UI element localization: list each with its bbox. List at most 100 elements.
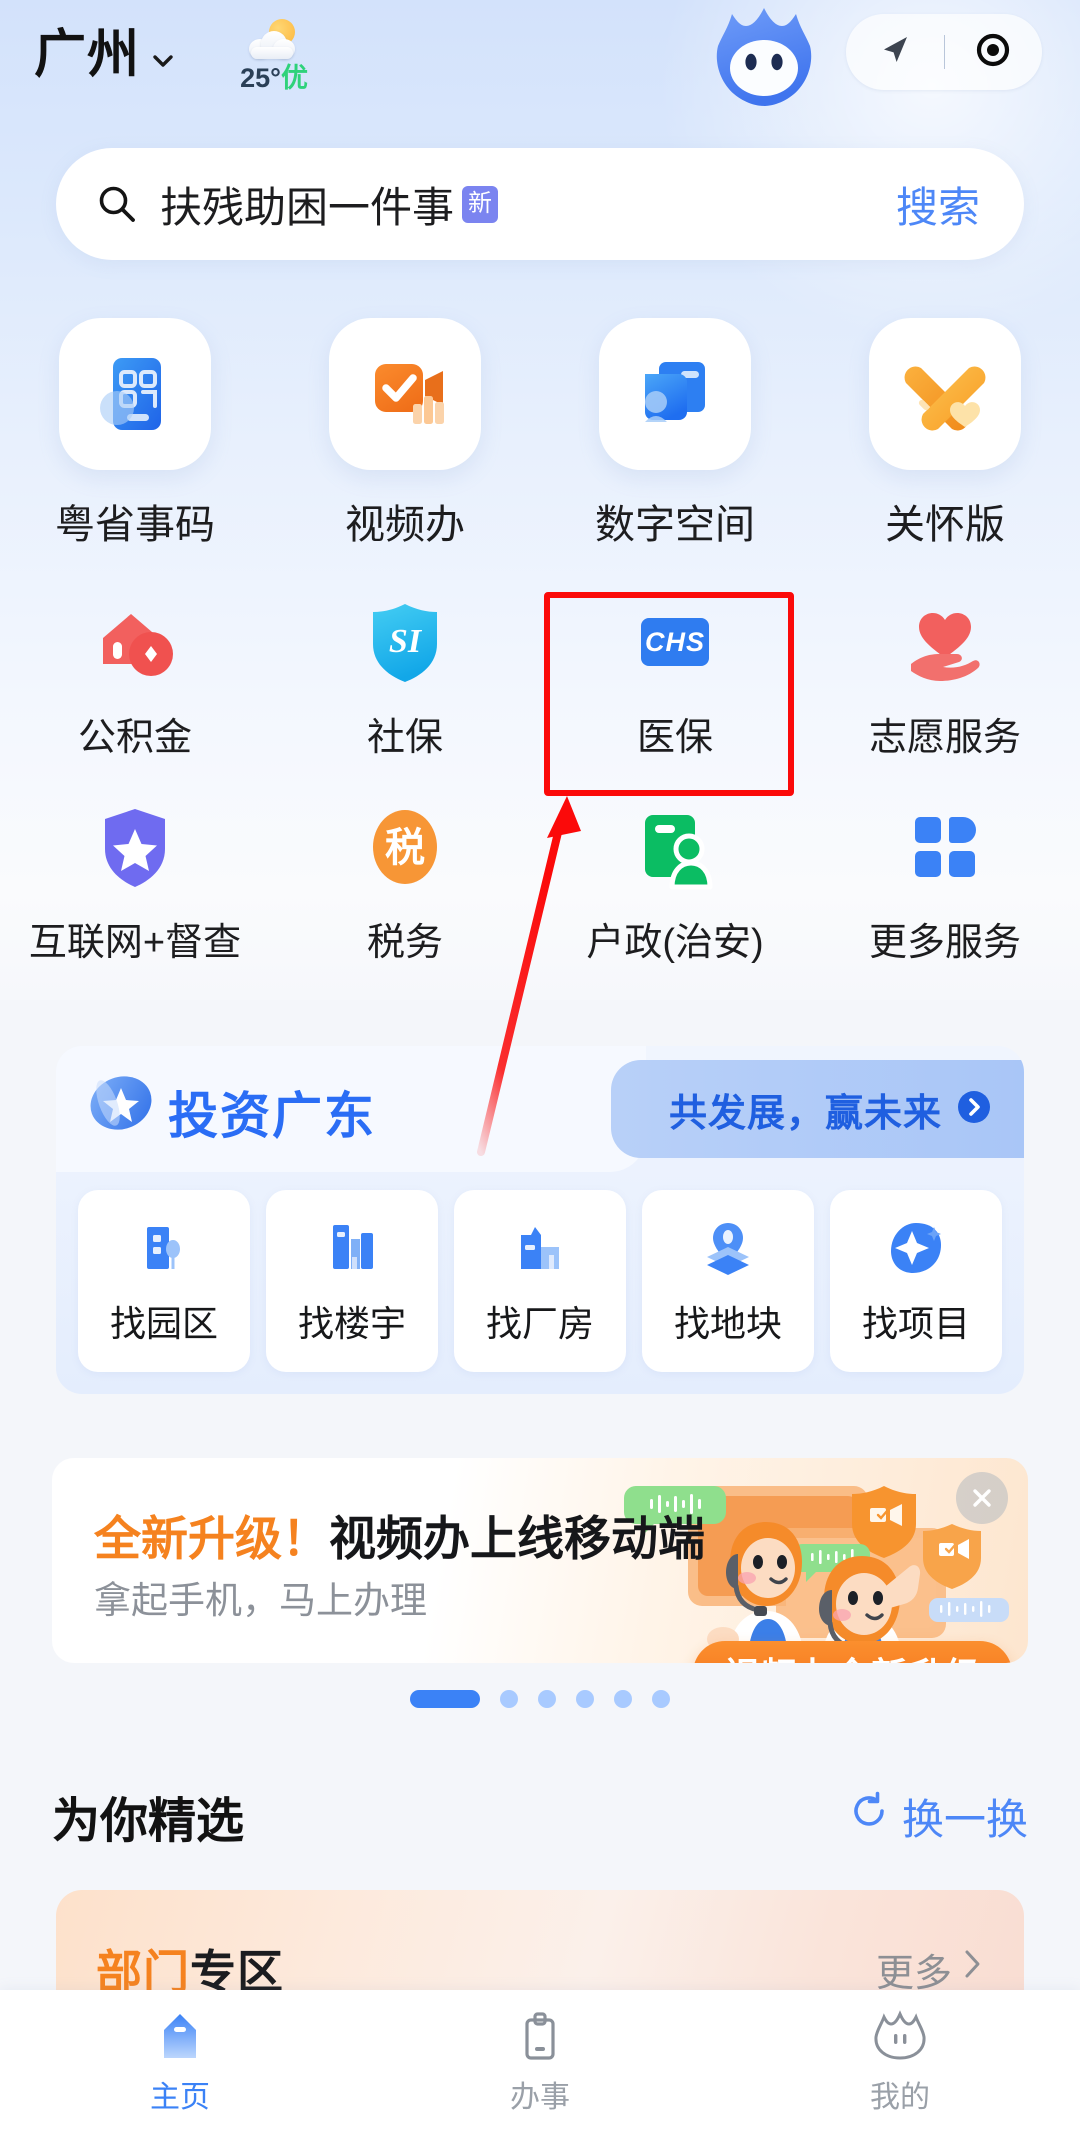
invest-item-label: 找厂房	[485, 1303, 594, 1344]
search-icon	[96, 183, 138, 225]
carousel-dot[interactable]	[500, 1690, 518, 1708]
video-banner-pill-label: 视频办全新升级	[723, 1647, 982, 1663]
svg-text:税: 税	[385, 826, 425, 870]
invest-banner-cta[interactable]: 共发展，赢未来	[610, 1060, 1024, 1158]
partly-cloudy-icon	[247, 18, 301, 61]
carousel-dot[interactable]	[576, 1690, 594, 1708]
video-banner-title-rest: 视频办上线移动端	[329, 1512, 705, 1565]
carousel-indicator[interactable]	[0, 1690, 1080, 1708]
tab-home[interactable]: 主页	[0, 1990, 360, 2142]
grid-item-hulianwang-ducha[interactable]: 互联网+督查	[0, 785, 270, 990]
land-pin-icon	[695, 1215, 761, 1281]
weather-widget[interactable]: 25°优	[220, 18, 328, 93]
department-zone-more-button[interactable]: 更多	[876, 1942, 984, 1997]
grid-item-label: 更多服务	[868, 922, 1021, 964]
bottom-tab-bar: 主页 办事 我的	[0, 1990, 1080, 2142]
close-icon[interactable]	[956, 1472, 1008, 1524]
grid-item-huzheng-zhian[interactable]: 户政(治安)	[540, 785, 810, 990]
invest-guangdong-banner[interactable]: 投资广东 共发展，赢未来 找园区 找楼宇 找厂房 找地块 找项目	[56, 1046, 1024, 1394]
invest-guangdong-logo-icon	[86, 1068, 156, 1138]
home-icon	[152, 2008, 208, 2064]
invest-banner-title: 投资广东	[168, 1088, 376, 1144]
tab-profile-label: 我的	[870, 2081, 930, 2114]
grid-item-label: 公积金	[77, 717, 192, 759]
tab-services-label: 办事	[510, 2081, 570, 2114]
search-bar[interactable]: 扶残助困一件事 新 搜索	[56, 148, 1024, 260]
invest-item-changfang[interactable]: 找厂房	[454, 1190, 626, 1372]
carousel-dot[interactable]	[538, 1690, 556, 1708]
city-selector[interactable]: 广州	[34, 29, 176, 81]
chs-medical-icon: CHS	[623, 590, 727, 694]
grid-item-yibao[interactable]: CHS 医保	[540, 580, 810, 785]
featured-section-header: 为你精选 换一换	[0, 1768, 1080, 1864]
grid-item-shebao[interactable]: SI 社保	[270, 580, 540, 785]
video-banner-title: 全新升级！视频办上线移动端	[94, 1500, 705, 1569]
grid-item-guanhuaiban[interactable]: 关怀版	[810, 310, 1080, 580]
grid-item-label: 视频办	[345, 503, 465, 547]
carousel-dot[interactable]	[652, 1690, 670, 1708]
grid-item-label: 医保	[636, 717, 713, 759]
target-dot-button[interactable]	[945, 14, 1043, 90]
invest-item-dikuai[interactable]: 找地块	[642, 1190, 814, 1372]
mascot-head-icon	[872, 2008, 928, 2064]
grid-item-label: 互联网+督查	[28, 922, 242, 964]
qr-document-icon	[59, 318, 211, 470]
grid-item-label: 户政(治安)	[586, 922, 764, 964]
invest-item-label: 找园区	[109, 1303, 218, 1344]
grid-item-label: 税务	[366, 922, 443, 964]
invest-banner-cta-label: 共发展，赢未来	[668, 1092, 942, 1135]
grid-item-gengduofuwu[interactable]: 更多服务	[810, 785, 1080, 990]
carousel-dot[interactable]	[614, 1690, 632, 1708]
grid-item-zhiyuanfuwu[interactable]: 志愿服务	[810, 580, 1080, 785]
mini-program-capsule[interactable]	[846, 14, 1042, 90]
invest-item-label: 找楼宇	[297, 1303, 406, 1344]
id-card-person-icon	[623, 795, 727, 899]
app-screen: 广州 25°优 扶残助困一件事 新 搜索 粤省事码 视频办 数字空间 关怀版 公…	[0, 0, 1080, 2142]
grid-item-shuzikongjian[interactable]: 数字空间	[540, 310, 810, 580]
service-grid-row-2: 公积金 SI 社保 CHS 医保 志愿服务	[0, 580, 1080, 785]
chevron-down-icon	[150, 48, 176, 74]
invest-item-label: 找项目	[861, 1303, 970, 1344]
si-shield-icon: SI	[353, 590, 457, 694]
svg-text:SI: SI	[389, 623, 423, 660]
grid-item-label: 社保	[366, 717, 443, 759]
service-grid-row-3: 互联网+督查 税 税务 户政(治安) 更多服务	[0, 785, 1080, 990]
search-input[interactable]: 扶残助困一件事 新	[160, 174, 896, 235]
video-banner-subtitle: 拿起手机，马上办理	[94, 1580, 427, 1621]
search-keyword: 扶残助困一件事	[160, 183, 455, 231]
video-check-icon	[329, 318, 481, 470]
video-banner-pill[interactable]: 视频办全新升级	[692, 1641, 1012, 1663]
refresh-button[interactable]: 换一换	[848, 1786, 1028, 1847]
tax-circle-icon: 税	[353, 795, 457, 899]
search-button[interactable]: 搜索	[896, 174, 980, 235]
grid-item-gongjijin[interactable]: 公积金	[0, 580, 270, 785]
weather-temperature: 25°	[240, 62, 281, 93]
invest-item-yuanqu[interactable]: 找园区	[78, 1190, 250, 1372]
navigation-arrow-button[interactable]	[846, 14, 944, 90]
clipboard-icon	[512, 2008, 568, 2064]
grid-item-shuiwu[interactable]: 税 税务	[270, 785, 540, 990]
weather-text: 25°优	[240, 62, 308, 93]
grid-item-label: 数字空间	[595, 503, 755, 547]
search-new-badge: 新	[462, 185, 499, 223]
invest-item-label: 找地块	[673, 1303, 782, 1344]
tab-home-label: 主页	[150, 2081, 210, 2114]
page-title: 为你精选	[52, 1795, 245, 1848]
grid-item-shipinban[interactable]: 视频办	[270, 310, 540, 580]
invest-item-louyu[interactable]: 找楼宇	[266, 1190, 438, 1372]
yuesheng-mascot-icon[interactable]	[712, 6, 816, 106]
house-coin-icon	[83, 590, 187, 694]
video-service-banner[interactable]: 全新升级！视频办上线移动端 拿起手机，马上办理 视频办全新升级	[52, 1458, 1028, 1663]
star-shield-icon	[83, 795, 187, 899]
grid-item-yueshengshima[interactable]: 粤省事码	[0, 310, 270, 580]
weather-air-quality: 优	[280, 62, 308, 93]
carousel-dot-active[interactable]	[410, 1690, 480, 1708]
department-zone-more-label: 更多	[875, 1952, 952, 1995]
invest-item-xiangmu[interactable]: 找项目	[830, 1190, 1002, 1372]
tab-services[interactable]: 办事	[360, 1990, 720, 2142]
refresh-icon	[848, 1790, 890, 1842]
service-grid-row-1: 粤省事码 视频办 数字空间 关怀版	[0, 310, 1080, 580]
tab-profile[interactable]: 我的	[720, 1990, 1080, 2142]
chevron-right-circle-icon	[954, 1087, 994, 1132]
heart-hand-icon	[893, 590, 997, 694]
